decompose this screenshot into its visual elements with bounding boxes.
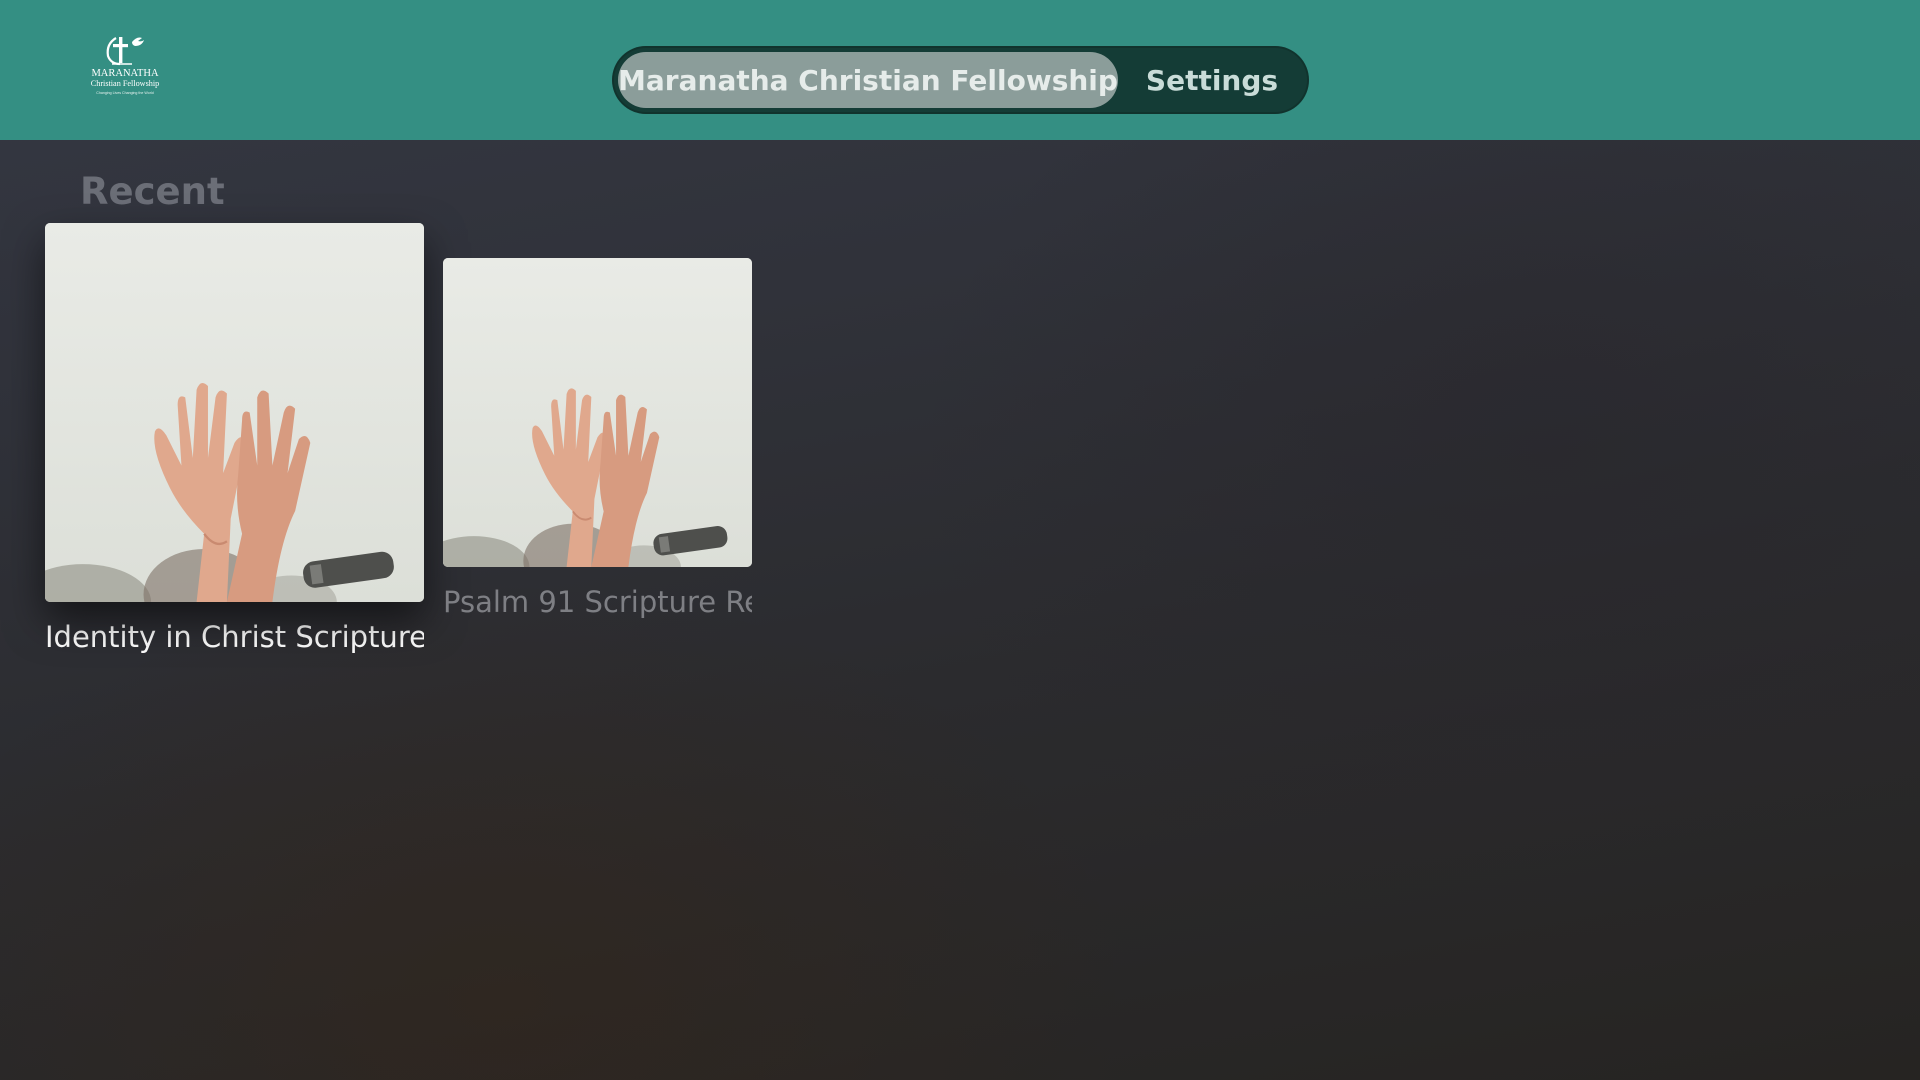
recent-item-title: Psalm 91 Scripture Rea (443, 585, 752, 619)
recent-item-identity-in-christ[interactable]: Identity in Christ Scripture M (45, 223, 424, 656)
raised-hands-thumbnail (443, 258, 752, 567)
recent-item-psalm-91[interactable]: Psalm 91 Scripture Rea (443, 258, 752, 621)
church-logo-icon: MARANATHA Christian Fellowship Changing … (82, 34, 168, 106)
logo-line1: MARANATHA (91, 68, 159, 79)
tab-maranatha-christian-fellowship[interactable]: Maranatha Christian Fellowship (618, 52, 1118, 108)
top-bar: MARANATHA Christian Fellowship Changing … (0, 0, 1920, 140)
recent-section-title: Recent (80, 170, 225, 213)
logo-tagline: Changing Lives Changing the World (96, 91, 153, 95)
raised-hands-thumbnail (45, 223, 424, 602)
top-tab-bar: Maranatha Christian Fellowship Settings (612, 46, 1309, 114)
recent-item-title: Identity in Christ Scripture M (45, 620, 424, 654)
logo-line2: Christian Fellowship (91, 79, 159, 88)
tab-settings[interactable]: Settings (1122, 52, 1302, 108)
